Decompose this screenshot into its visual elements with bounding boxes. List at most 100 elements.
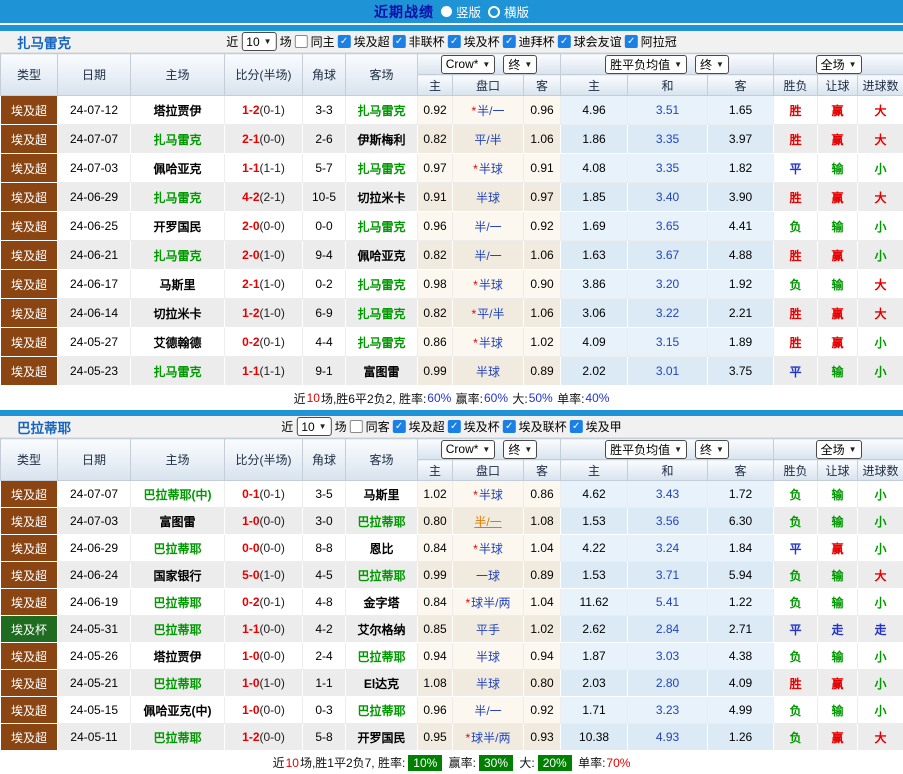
cell-result: 胜 (774, 241, 818, 270)
cell-wld-away: 1.65 (708, 96, 774, 125)
summary-badge: 20% (538, 755, 572, 771)
venue-checkbox[interactable] (350, 420, 363, 433)
full-score: 5-0 (242, 568, 259, 582)
cell-date: 24-05-21 (58, 670, 131, 697)
cell-score: 0-2(0-1) (225, 589, 303, 616)
cell-type: 埃及超 (1, 670, 58, 697)
cell-date: 24-07-03 (58, 154, 131, 183)
odds-company-select[interactable]: Crow*▼ (441, 440, 496, 459)
competition-label: 埃及超 (409, 418, 445, 435)
cell-odds-away: 0.93 (524, 724, 561, 751)
venue-checkbox[interactable] (295, 35, 308, 48)
full-score: 2-0 (242, 219, 259, 233)
home-team: 巴拉蒂耶 (153, 596, 201, 610)
cell-type: 埃及超 (1, 697, 58, 724)
handicap-value: 半球 (476, 365, 500, 379)
sub-col-header: 胜负 (774, 460, 818, 481)
col-header: 类型 (1, 54, 58, 96)
cell-goals: 大 (858, 299, 903, 328)
cell-wld-draw: 3.40 (628, 183, 708, 212)
scope-group-header: 全场▼ (774, 439, 903, 460)
away-handicap-star: * (473, 336, 478, 350)
sub-col-header: 和 (628, 75, 708, 96)
cell-goals: 小 (858, 328, 903, 357)
odds-company-select[interactable]: Crow*▼ (441, 55, 496, 74)
odds-group-header: Crow*▼ 终▼ (418, 439, 561, 460)
cell-corners: 0-0 (303, 212, 346, 241)
competition-checkbox[interactable]: ✓ (338, 35, 351, 48)
cell-type: 埃及超 (1, 241, 58, 270)
away-team: 扎马雷克 (357, 278, 405, 292)
wld-mode-select[interactable]: 胜平负均值▼ (605, 440, 687, 459)
sections-container: 扎马雷克近10▼场同主✓埃及超✓非联杯✓埃及杯✓迪拜杯✓球会友谊✓阿拉冠类型日期… (0, 25, 903, 774)
cell-handicap-result: 输 (818, 508, 858, 535)
scope-select[interactable]: 全场▼ (816, 55, 862, 74)
cell-home: 艾德翰德 (131, 328, 225, 357)
scope-select[interactable]: 全场▼ (816, 440, 862, 459)
cell-odds-home: 0.99 (418, 357, 453, 386)
cell-wld-home: 1.87 (561, 643, 628, 670)
full-score: 1-2 (242, 306, 259, 320)
cell-wld-draw: 3.67 (628, 241, 708, 270)
cell-away: 扎马雷克 (346, 154, 418, 183)
cell-result: 胜 (774, 183, 818, 212)
cell-goals: 小 (858, 589, 903, 616)
cell-away: 巴拉蒂耶 (346, 643, 418, 670)
odds-stage-select[interactable]: 终▼ (503, 55, 537, 74)
competition-checkbox[interactable]: ✓ (393, 420, 406, 433)
competition-label: 迪拜杯 (519, 33, 555, 50)
half-score: (1-0) (260, 676, 285, 690)
home-team: 国家银行 (153, 569, 201, 583)
cell-goals: 小 (858, 154, 903, 183)
cell-handicap: 半/一 (453, 212, 524, 241)
competition-checkbox[interactable]: ✓ (570, 420, 583, 433)
full-score: 2-1 (242, 277, 259, 291)
radio-vertical[interactable]: 竖版 (441, 2, 481, 21)
competition-checkbox[interactable]: ✓ (625, 35, 638, 48)
wld-mode-select[interactable]: 胜平负均值▼ (605, 55, 687, 74)
away-team: 巴拉蒂耶 (357, 704, 405, 718)
cell-wld-away: 1.72 (708, 481, 774, 508)
cell-handicap: *半球 (453, 270, 524, 299)
radio-horizontal[interactable]: 横版 (488, 2, 529, 21)
cell-home: 开罗国民 (131, 212, 225, 241)
cell-odds-home: 0.97 (418, 154, 453, 183)
cell-goals: 大 (858, 562, 903, 589)
wld-stage-select[interactable]: 终▼ (695, 55, 729, 74)
cell-handicap-result: 赢 (818, 241, 858, 270)
cell-wld-home: 4.09 (561, 328, 628, 357)
odds-stage-select[interactable]: 终▼ (503, 440, 537, 459)
cell-handicap: 半球 (453, 670, 524, 697)
cell-result: 平 (774, 357, 818, 386)
half-score: (1-1) (260, 364, 285, 378)
summary-text: 场,胜6平2负2, 胜率: (321, 390, 426, 407)
table-row: 埃及超24-05-23扎马雷克1-1(1-1)9-1富图雷0.99半球0.892… (1, 357, 903, 386)
handicap-value: 半球 (476, 677, 500, 691)
cell-goals: 大 (858, 724, 903, 751)
competition-checkbox[interactable]: ✓ (393, 35, 406, 48)
handicap-value: 半球 (476, 191, 500, 205)
recent-count-select[interactable]: 10▼ (241, 32, 276, 51)
section-header: 巴拉蒂耶近10▼场同客✓埃及超✓埃及杯✓埃及联杯✓埃及甲 (0, 416, 903, 438)
col-header: 主场 (131, 439, 225, 481)
sub-col-header: 进球数 (858, 75, 903, 96)
cell-score: 4-2(2-1) (225, 183, 303, 212)
cell-wld-away: 1.22 (708, 589, 774, 616)
competition-checkbox[interactable]: ✓ (448, 35, 461, 48)
competition-checkbox[interactable]: ✓ (503, 420, 516, 433)
cell-away: 扎马雷克 (346, 212, 418, 241)
competition-checkbox[interactable]: ✓ (503, 35, 516, 48)
summary-text: 赢率: (452, 390, 483, 407)
summary-badge: 30% (479, 755, 513, 771)
cell-away: 巴拉蒂耶 (346, 697, 418, 724)
competition-checkbox[interactable]: ✓ (448, 420, 461, 433)
recent-count-select[interactable]: 10▼ (296, 417, 331, 436)
cell-wld-draw: 3.65 (628, 212, 708, 241)
cell-odds-away: 0.90 (524, 270, 561, 299)
wld-stage-select[interactable]: 终▼ (695, 440, 729, 459)
cell-handicap-result: 赢 (818, 299, 858, 328)
cell-corners: 8-8 (303, 535, 346, 562)
competition-checkbox[interactable]: ✓ (558, 35, 571, 48)
sub-col-header: 客 (524, 460, 561, 481)
home-team: 巴拉蒂耶 (153, 677, 201, 691)
